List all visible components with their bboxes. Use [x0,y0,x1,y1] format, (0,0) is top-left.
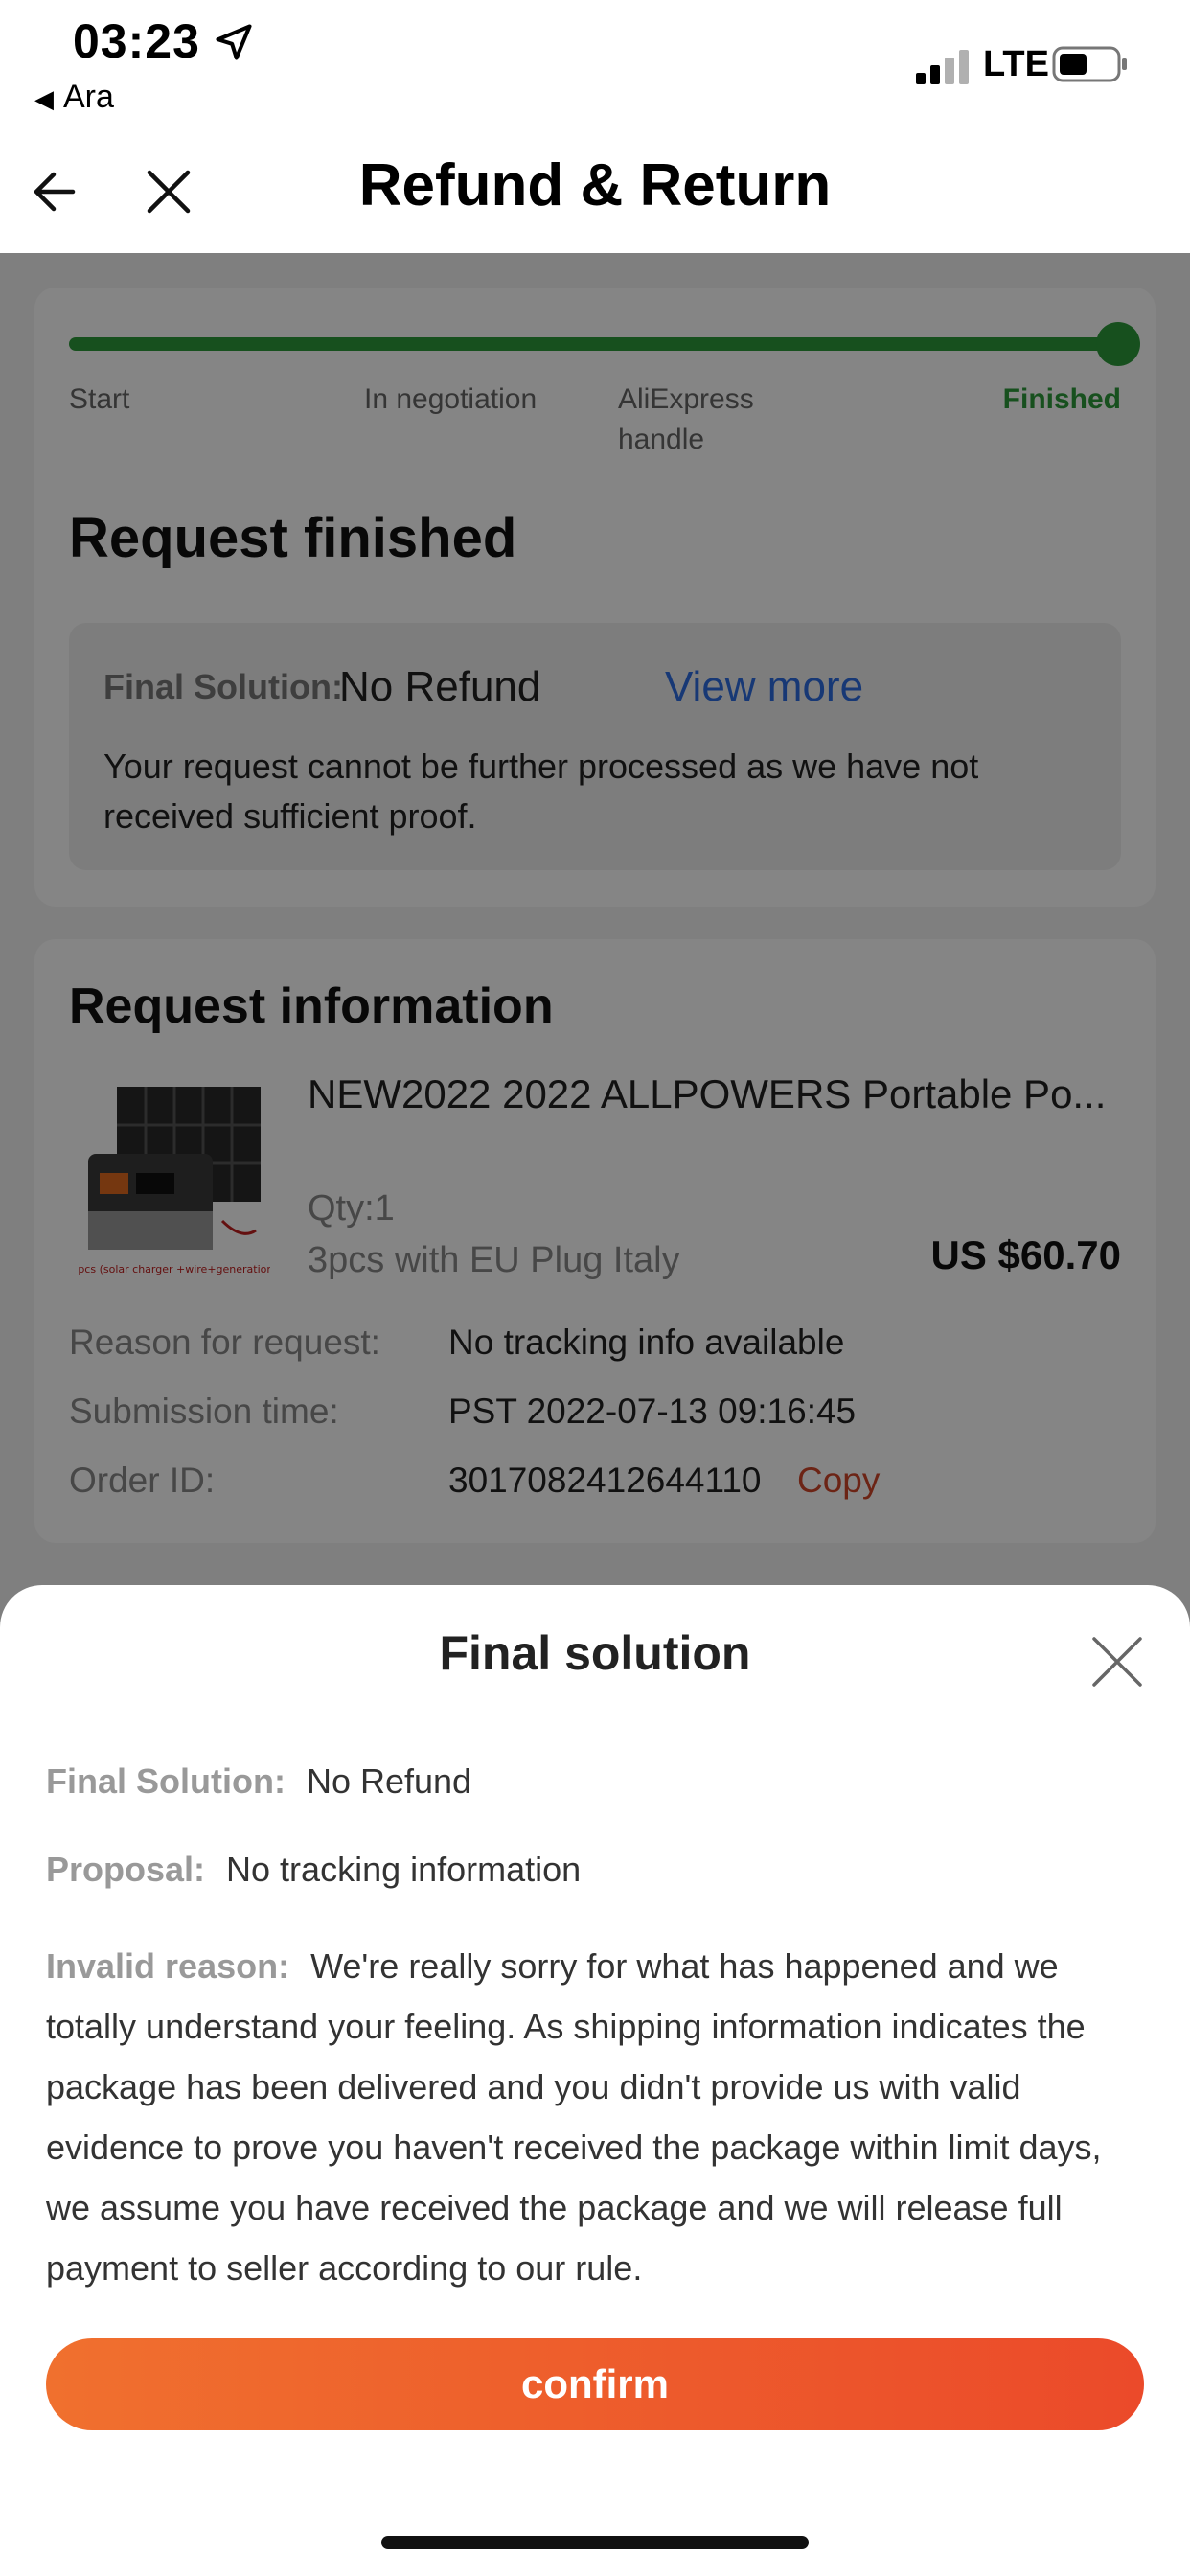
sheet-proposal-label: Proposal: [46,1850,206,1889]
sheet-proposal-row: Proposal: No tracking information [46,1850,1144,1890]
status-time: 03:23 [73,14,200,68]
sheet-proposal-value: No tracking information [226,1850,582,1889]
sheet-final-solution-value: No Refund [306,1761,472,1801]
sheet-final-solution-row: Final Solution: No Refund [46,1761,1144,1802]
sheet-final-solution-label: Final Solution: [46,1761,286,1801]
sheet-invalid-reason-label: Invalid reason: [46,1946,290,1986]
network-label: LTE [983,44,1049,84]
sheet-title: Final solution [439,1626,751,1680]
location-arrow-icon [216,24,252,60]
sheet-invalid-reason-row: Invalid reason: We're really sorry for wh… [46,1936,1144,2298]
signal-icon [916,50,969,84]
home-indicator[interactable] [381,2536,809,2549]
page-title: Refund & Return [358,152,832,218]
back-to-app-link[interactable]: ◀ Ara [34,79,114,116]
close-icon[interactable] [1087,1631,1148,1692]
back-app-label: Ara [63,79,114,115]
battery-icon [1052,46,1127,82]
confirm-button[interactable]: confirm [46,2338,1144,2430]
final-solution-sheet: Final solution Final Solution: No Refund … [0,1585,1190,2576]
sheet-invalid-reason-value: We're really sorry for what has happened… [46,1946,1102,2288]
status-bar: 03:23 ◀ Ara LTE [0,0,1190,144]
back-triangle-icon: ◀ [34,84,54,113]
nav-bar: Refund & Return [0,144,1190,253]
